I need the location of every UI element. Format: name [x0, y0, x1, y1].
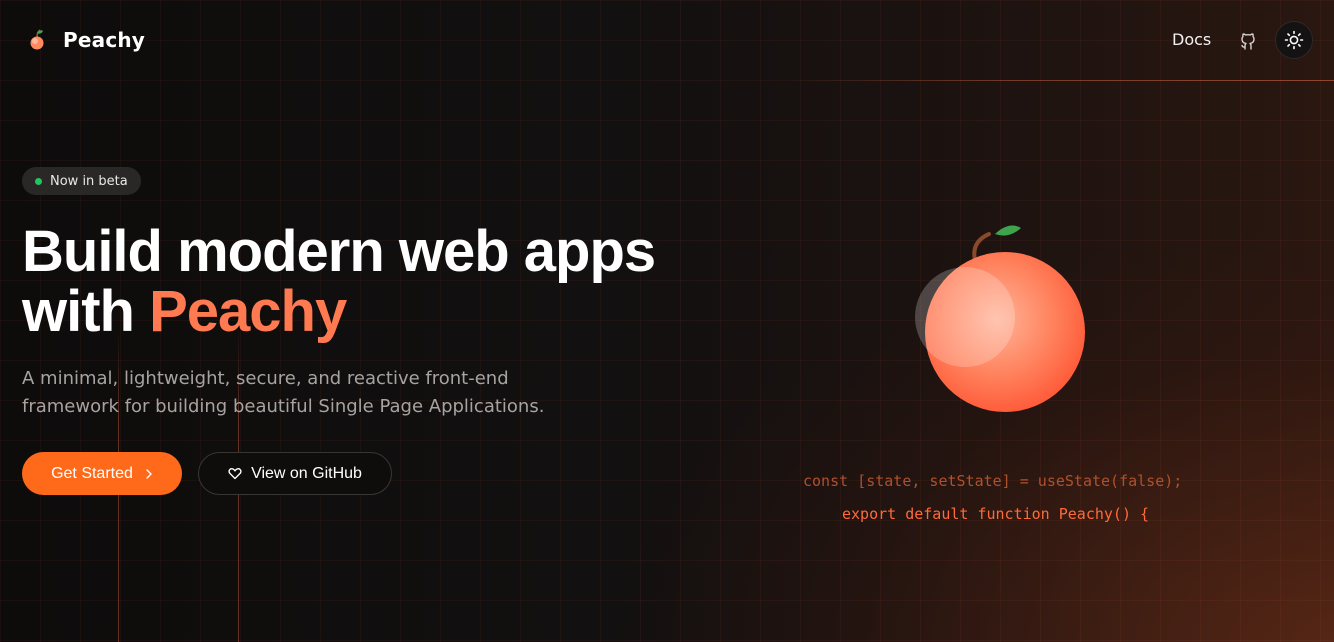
- status-dot: [35, 177, 42, 185]
- peach-logo-icon: [30, 29, 44, 50]
- headline-prefix: with: [22, 279, 150, 344]
- get-started-button[interactable]: Get Started: [22, 452, 182, 495]
- chevron-right-icon: [146, 468, 152, 479]
- hero-subtitle: A minimal, lightweight, secure, and reac…: [22, 368, 545, 417]
- site-header: Peachy Docs: [0, 0, 1334, 82]
- sun-icon: [1284, 30, 1304, 50]
- status-badge: Now in beta: [22, 167, 141, 195]
- view-on-github-label: View on GitHub: [251, 464, 362, 482]
- view-on-github-button[interactable]: View on GitHub: [198, 452, 392, 495]
- headline-accent: Peachy: [149, 279, 347, 344]
- code-line-2: export default function Peachy() {: [842, 505, 1150, 523]
- get-started-label: Get Started: [51, 464, 133, 482]
- brand-name: Peachy: [63, 28, 146, 52]
- heart-icon: [228, 467, 242, 480]
- peach-illustration: [915, 225, 1085, 412]
- logo-link[interactable]: Peachy: [29, 28, 145, 52]
- docs-link[interactable]: Docs: [1172, 30, 1211, 49]
- badge-label: Now in beta: [50, 173, 128, 189]
- page-title: Build modern web apps with Peachy: [22, 219, 656, 344]
- code-line-1: const [state, setState] = useState(false…: [803, 472, 1183, 490]
- github-icon[interactable]: [1238, 31, 1258, 51]
- headline-line-1: Build modern web apps: [22, 219, 656, 284]
- theme-toggle-button[interactable]: [1275, 21, 1313, 59]
